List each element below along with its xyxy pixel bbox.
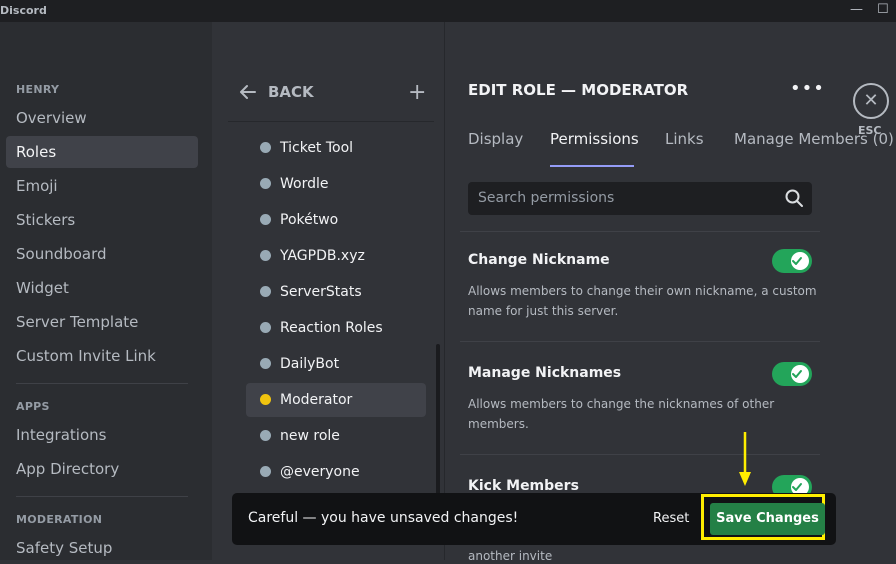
role-label: YAGPDB.xyz <box>280 248 365 264</box>
back-label: BACK <box>268 83 314 101</box>
sidebar-item-soundboard[interactable]: Soundboard <box>6 238 198 270</box>
tab-permissions[interactable]: Permissions <box>550 130 639 148</box>
sidebar-item-server-template[interactable]: Server Template <box>6 306 198 338</box>
unsaved-changes-bar: Careful — you have unsaved changes! Rese… <box>232 493 836 545</box>
sidebar-item-widget[interactable]: Widget <box>6 272 198 304</box>
save-changes-button[interactable]: Save Changes <box>710 503 825 535</box>
apps-heading: APPS <box>16 400 50 413</box>
role-color-dot <box>260 286 271 297</box>
check-icon <box>792 257 802 265</box>
sidebar-item-safety-setup[interactable]: Safety Setup <box>6 532 198 564</box>
role-item-yagpdb[interactable]: YAGPDB.xyz <box>246 239 426 273</box>
sidebar-item-overview[interactable]: Overview <box>6 102 198 134</box>
role-item-poketwo[interactable]: Pokétwo <box>246 203 426 237</box>
sidebar-divider <box>16 496 188 497</box>
manage-nicknames-toggle[interactable] <box>772 362 812 386</box>
back-button[interactable]: BACK <box>238 82 314 102</box>
role-item-new-role[interactable]: new role <box>246 419 426 453</box>
active-tab-indicator <box>550 165 634 167</box>
role-label: ServerStats <box>280 284 362 300</box>
sidebar-item-stickers[interactable]: Stickers <box>6 204 198 236</box>
settings-sidebar: HENRY Overview Roles Emoji Stickers Soun… <box>0 22 212 560</box>
moderation-heading: MODERATION <box>16 513 103 526</box>
search-placeholder: Search permissions <box>478 190 615 206</box>
title-bar: Discord — ☐ <box>0 0 896 22</box>
reset-button[interactable]: Reset <box>653 511 689 526</box>
role-color-dot <box>260 178 271 189</box>
role-label: @everyone <box>280 464 360 480</box>
role-color-dot <box>260 358 271 369</box>
check-icon <box>792 370 802 378</box>
page-title: EDIT ROLE — MODERATOR <box>468 81 689 99</box>
role-color-dot <box>260 142 271 153</box>
role-item-wordle[interactable]: Wordle <box>246 167 426 201</box>
role-list-panel: BACK + Ticket Tool Wordle Pokétwo YAGPDB… <box>212 22 445 560</box>
sidebar-item-custom-invite-link[interactable]: Custom Invite Link <box>6 340 198 372</box>
role-label: DailyBot <box>280 356 340 372</box>
permission-divider <box>460 341 820 342</box>
permission-description-peek: another invite <box>468 549 553 563</box>
add-role-button[interactable]: + <box>408 80 426 105</box>
role-color-dot <box>260 322 271 333</box>
role-item-reaction-roles[interactable]: Reaction Roles <box>246 311 426 345</box>
role-label: Pokétwo <box>280 212 339 228</box>
sidebar-item-integrations[interactable]: Integrations <box>6 419 198 451</box>
unsaved-changes-message: Careful — you have unsaved changes! <box>248 510 519 526</box>
role-item-dailybot[interactable]: DailyBot <box>246 347 426 381</box>
app-title: Discord <box>0 4 47 17</box>
sidebar-divider <box>16 383 188 384</box>
server-heading: HENRY <box>16 83 60 96</box>
role-item-moderator[interactable]: Moderator <box>246 383 426 417</box>
role-color-dot <box>260 394 271 405</box>
role-color-dot <box>260 250 271 261</box>
role-item-serverstats[interactable]: ServerStats <box>246 275 426 309</box>
search-icon <box>785 189 803 207</box>
arrow-left-icon <box>240 85 256 99</box>
role-item-everyone[interactable]: @everyone <box>246 455 426 489</box>
role-list-divider <box>228 121 434 122</box>
permission-description: Allows members to change their own nickn… <box>468 284 817 318</box>
annotation-arrow-icon <box>739 432 751 486</box>
permission-divider <box>460 454 820 455</box>
search-input[interactable]: Search permissions <box>468 182 812 215</box>
tab-display[interactable]: Display <box>468 130 523 148</box>
maximize-button[interactable]: ☐ <box>877 3 889 17</box>
permission-divider <box>460 231 820 232</box>
tab-manage-members[interactable]: Manage Members (0) <box>734 130 894 148</box>
more-options-icon[interactable]: ••• <box>790 78 825 99</box>
change-nickname-toggle[interactable] <box>772 249 812 273</box>
sidebar-item-emoji[interactable]: Emoji <box>6 170 198 202</box>
permission-name: Change Nickname <box>468 252 610 268</box>
permission-name: Kick Members <box>468 478 579 494</box>
sidebar-item-roles[interactable]: Roles <box>6 136 198 168</box>
edit-role-panel: EDIT ROLE — MODERATOR ••• ✕ ESC Display … <box>444 22 896 560</box>
permission-name: Manage Nicknames <box>468 365 622 381</box>
sidebar-item-app-directory[interactable]: App Directory <box>6 453 198 485</box>
role-color-dot <box>260 466 271 477</box>
tab-links[interactable]: Links <box>665 130 704 148</box>
role-label: Wordle <box>280 176 329 192</box>
permission-description: Allows members to change the nicknames o… <box>468 397 775 431</box>
role-item-ticket-tool[interactable]: Ticket Tool <box>246 131 426 165</box>
role-label: Ticket Tool <box>280 140 354 156</box>
minimize-button[interactable]: — <box>850 3 863 17</box>
role-label: Reaction Roles <box>280 320 383 336</box>
role-color-dot <box>260 430 271 441</box>
check-icon <box>792 483 802 491</box>
role-label: Moderator <box>280 392 353 408</box>
close-icon[interactable]: ✕ <box>853 83 889 119</box>
role-color-dot <box>260 214 271 225</box>
role-label: new role <box>280 428 340 444</box>
